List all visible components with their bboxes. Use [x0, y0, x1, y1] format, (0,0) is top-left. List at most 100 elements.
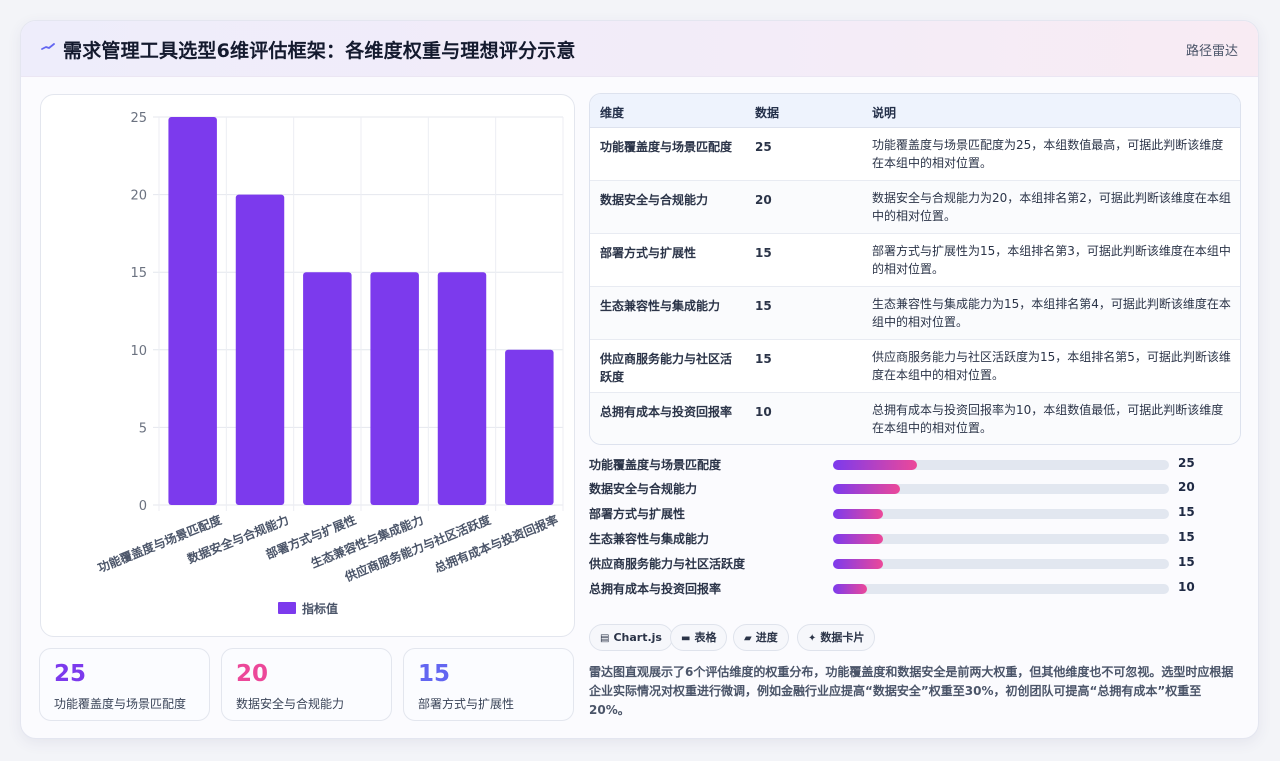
progress-fill [833, 559, 884, 569]
bar [370, 272, 419, 505]
cell-dimension: 生态兼容性与集成能力 [600, 299, 721, 313]
progress-fill [833, 484, 901, 494]
progress-value: 15 [1178, 530, 1195, 544]
progress-value: 15 [1178, 505, 1195, 519]
legend-swatch [278, 602, 296, 614]
bar [303, 272, 352, 505]
stat-card-3: 15 部署方式与扩展性 [403, 648, 574, 721]
cell-value: 10 [755, 405, 772, 419]
cell-value: 20 [755, 193, 772, 207]
chip-progress[interactable]: ▰ 进度 [733, 624, 789, 651]
chip-label: Chart.js [613, 631, 662, 644]
x-tick-label: 总拥有成本与投资回报率 [432, 512, 560, 575]
stat-label: 功能覆盖度与场景匹配度 [54, 697, 187, 711]
progress-track [833, 534, 1169, 544]
column-header-description: 说明 [872, 106, 897, 120]
table-row: 功能覆盖度与场景匹配度 25 功能覆盖度与场景匹配度为25，本组数值最高，可据此… [590, 128, 1240, 181]
column-header-value: 数据 [755, 106, 780, 120]
progress-value: 15 [1178, 555, 1195, 569]
progress-fill [833, 460, 917, 470]
chip-label: 表格 [694, 631, 717, 644]
card-icon: ✦ [808, 633, 817, 644]
page-title: 需求管理工具选型6维评估框架：各维度权重与理想评分示意 [63, 40, 576, 62]
data-table: 维度 数据 说明 功能覆盖度与场景匹配度 25 功能覆盖度与场景匹配度为25，本… [589, 93, 1241, 445]
cell-description: 功能覆盖度与场景匹配度为25，本组数值最高，可据此判断该维度在本组中的相对位置。 [872, 138, 1224, 170]
cell-description: 部署方式与扩展性为15，本组排名第3，可据此判断该维度在本组中的相对位置。 [872, 244, 1231, 276]
bar [437, 272, 487, 505]
cell-dimension: 供应商服务能力与社区活跃度 [600, 352, 733, 384]
chart-icon: ▤ [600, 633, 610, 644]
progress-row: 供应商服务能力与社区活跃度 15 [589, 555, 1249, 573]
y-tick-label: 20 [130, 189, 147, 204]
pulse-icon [41, 43, 55, 50]
cell-dimension: 部署方式与扩展性 [600, 246, 697, 260]
stat-value: 20 [236, 661, 269, 687]
stat-label: 数据安全与合规能力 [236, 697, 345, 711]
table-row: 数据安全与合规能力 20 数据安全与合规能力为20，本组排名第2，可据此判断该维… [590, 181, 1240, 234]
stat-value: 15 [418, 661, 451, 687]
progress-row: 部署方式与扩展性 15 [589, 505, 1249, 523]
header-badge: 路径雷达 [1185, 44, 1238, 59]
progress-fill [833, 509, 884, 519]
chip-label: 进度 [755, 631, 778, 644]
legend-label: 指标值 [302, 601, 338, 616]
cell-value: 15 [755, 352, 772, 366]
progress-track [833, 460, 1169, 470]
table-row: 供应商服务能力与社区活跃度 15 供应商服务能力与社区活跃度为15，本组排名第5… [590, 340, 1240, 393]
stat-value: 25 [54, 661, 87, 687]
cell-description: 生态兼容性与集成能力为15，本组排名第4，可据此判断该维度在本组中的相对位置。 [872, 297, 1231, 329]
table-row: 生态兼容性与集成能力 15 生态兼容性与集成能力为15，本组排名第4，可据此判断… [590, 287, 1240, 340]
progress-label: 数据安全与合规能力 [589, 482, 698, 496]
bar [505, 349, 554, 505]
chart-panel: 0 5 10 15 20 25 功能覆盖度与场景匹配度 数据安全与合规能力 部署方式与扩展性 生态… [40, 94, 575, 637]
bar-chart: 0510152025功能覆盖度与场景匹配度数据安全与合规能力部署方式与扩展性生态… [95, 111, 564, 616]
dashboard-card: 需求管理工具选型6维评估框架：各维度权重与理想评分示意 路径雷达 0 5 10 15 2… [20, 20, 1259, 739]
header-bar: 需求管理工具选型6维评估框架：各维度权重与理想评分示意 路径雷达 [21, 21, 1258, 77]
table-row: 部署方式与扩展性 15 部署方式与扩展性为15，本组排名第3，可据此判断该维度在… [590, 234, 1240, 287]
y-tick-label: 25 [130, 111, 147, 126]
progress-row: 数据安全与合规能力 20 [589, 480, 1249, 498]
progress-label: 部署方式与扩展性 [589, 507, 686, 521]
cell-description: 数据安全与合规能力为20，本组排名第2，可据此判断该维度在本组中的相对位置。 [872, 191, 1231, 223]
progress-row: 生态兼容性与集成能力 15 [589, 530, 1249, 548]
progress-label: 总拥有成本与投资回报率 [589, 582, 722, 596]
progress-label: 生态兼容性与集成能力 [589, 532, 710, 546]
chip-table[interactable]: ▬ 表格 [670, 624, 728, 651]
progress-track [833, 484, 1169, 494]
stat-label: 部署方式与扩展性 [418, 697, 515, 711]
y-tick-label: 10 [130, 344, 147, 359]
progress-fill [833, 584, 867, 594]
cell-value: 15 [755, 299, 772, 313]
progress-label: 功能覆盖度与场景匹配度 [589, 458, 722, 472]
progress-value: 25 [1178, 456, 1195, 470]
bar [235, 194, 285, 505]
table-icon: ▬ [681, 633, 691, 644]
column-header-dimension: 维度 [600, 106, 625, 120]
progress-icon: ▰ [744, 633, 752, 644]
progress-value: 10 [1178, 580, 1195, 594]
cell-dimension: 总拥有成本与投资回报率 [600, 405, 733, 419]
summary-text: 雷达图直观展示了6个评估维度的权重分布，功能覆盖度和数据安全是前两大权重，但其他… [589, 665, 1234, 717]
table-header: 维度 数据 说明 [590, 94, 1240, 128]
stat-card-1: 25 功能覆盖度与场景匹配度 [39, 648, 210, 721]
chip-data-card[interactable]: ✦ 数据卡片 [797, 624, 876, 651]
progress-label: 供应商服务能力与社区活跃度 [589, 557, 746, 571]
y-tick-label: 5 [139, 421, 147, 436]
cell-description: 总拥有成本与投资回报率为10，本组数值最低，可据此判断该维度在本组中的相对位置。 [872, 403, 1224, 435]
cell-dimension: 数据安全与合规能力 [600, 193, 709, 207]
cell-description: 供应商服务能力与社区活跃度为15，本组排名第5，可据此判断该维度在本组中的相对位… [872, 350, 1231, 382]
cell-value: 25 [755, 140, 772, 154]
y-tick-label: 0 [139, 499, 147, 514]
stat-card-2: 20 数据安全与合规能力 [221, 648, 392, 721]
y-tick-label: 15 [130, 266, 147, 281]
progress-row: 功能覆盖度与场景匹配度 25 [589, 456, 1249, 474]
chip-label: 数据卡片 [820, 631, 865, 644]
chip-chartjs[interactable]: ▤ Chart.js [589, 624, 673, 651]
x-tick-label: 功能覆盖度与场景匹配度 [95, 512, 224, 576]
bar [168, 117, 217, 505]
progress-row: 总拥有成本与投资回报率 10 [589, 580, 1249, 598]
progress-track [833, 584, 1169, 594]
progress-track [833, 509, 1169, 519]
cell-dimension: 功能覆盖度与场景匹配度 [600, 140, 733, 154]
table-row: 总拥有成本与投资回报率 10 总拥有成本与投资回报率为10，本组数值最低，可据此… [590, 393, 1240, 444]
